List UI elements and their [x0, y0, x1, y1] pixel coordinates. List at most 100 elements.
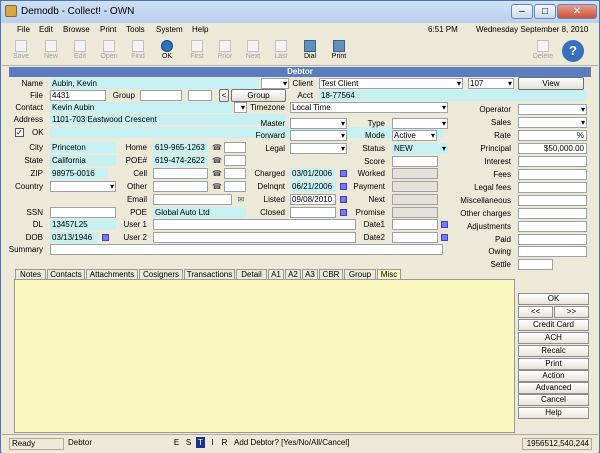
- cancel-button[interactable]: Cancel: [518, 394, 589, 406]
- other-charges-field[interactable]: [518, 208, 587, 219]
- charged-field[interactable]: 03/01/2006: [290, 168, 336, 179]
- dial-button[interactable]: Dial: [298, 39, 322, 64]
- rate-field[interactable]: %: [518, 130, 587, 141]
- edit-button[interactable]: Edit: [68, 39, 92, 64]
- help-icon[interactable]: ?: [562, 40, 584, 62]
- poe-field[interactable]: Global Auto Ltd: [153, 207, 246, 218]
- menu-print[interactable]: Print: [100, 25, 116, 34]
- type-dropdown[interactable]: [392, 118, 448, 129]
- client-dropdown[interactable]: Test Client: [319, 78, 463, 89]
- score-field[interactable]: [392, 156, 438, 167]
- group-prev-button[interactable]: <: [219, 89, 229, 102]
- prev-record-button[interactable]: <<: [518, 306, 553, 318]
- first-button[interactable]: First: [185, 39, 209, 64]
- status-dropdown[interactable]: NEW: [392, 143, 448, 154]
- save-button[interactable]: Save: [9, 39, 33, 64]
- view-button[interactable]: View: [518, 77, 584, 90]
- dob-calendar-icon[interactable]: [102, 234, 109, 241]
- interest-field[interactable]: [518, 156, 587, 167]
- other-phone-icon[interactable]: ☎: [212, 182, 222, 191]
- other-phone-field[interactable]: [153, 181, 208, 192]
- notes-textarea[interactable]: [14, 279, 515, 433]
- ach-button[interactable]: ACH: [518, 332, 589, 344]
- menu-help[interactable]: Help: [192, 25, 208, 34]
- closed-field[interactable]: [290, 207, 336, 218]
- legal-fees-field[interactable]: [518, 182, 587, 193]
- email-field[interactable]: [153, 194, 232, 205]
- menu-edit[interactable]: Edit: [39, 25, 53, 34]
- menu-tools[interactable]: Tools: [126, 25, 145, 34]
- close-button[interactable]: ✕: [557, 4, 597, 19]
- state-field[interactable]: California: [50, 155, 116, 166]
- mode-dropdown[interactable]: Active: [392, 130, 437, 141]
- miscellaneous-field[interactable]: [518, 195, 587, 206]
- group-code-field[interactable]: [188, 90, 212, 101]
- paid-field[interactable]: [518, 234, 587, 245]
- dob-field[interactable]: 03/13/1946: [50, 232, 98, 243]
- listed-label: Listed: [263, 195, 285, 204]
- menu-file[interactable]: File: [17, 25, 30, 34]
- listed-field[interactable]: 09/08/2010: [290, 194, 336, 205]
- open-button[interactable]: Open: [97, 39, 121, 64]
- action-button[interactable]: Action: [518, 370, 589, 382]
- owing-field[interactable]: [518, 246, 587, 257]
- name-field[interactable]: Aubin, Kevin: [50, 78, 259, 89]
- cell-phone-icon[interactable]: ☎: [212, 169, 222, 178]
- new-button[interactable]: New: [39, 39, 63, 64]
- credit-card-button[interactable]: Credit Card: [518, 319, 589, 331]
- user2-field[interactable]: [153, 232, 356, 243]
- settle-field[interactable]: [518, 259, 553, 270]
- recalc-button[interactable]: Recalc: [518, 345, 589, 357]
- adjustments-field[interactable]: [518, 221, 587, 232]
- city-field[interactable]: Princeton: [50, 142, 116, 153]
- help-button[interactable]: Help: [518, 407, 589, 419]
- acct-field[interactable]: 18-77564: [319, 90, 587, 101]
- delete-button[interactable]: Delete: [531, 39, 555, 64]
- forward-dropdown[interactable]: [290, 130, 347, 141]
- master-dropdown[interactable]: [290, 118, 347, 129]
- zip-field[interactable]: 98975-0016: [50, 168, 108, 179]
- minimize-button[interactable]: –: [511, 4, 533, 19]
- maximize-button[interactable]: □: [534, 4, 556, 19]
- menu-system[interactable]: System: [156, 25, 183, 34]
- client-number-dropdown[interactable]: 107: [468, 78, 514, 89]
- menu-browse[interactable]: Browse: [63, 25, 90, 34]
- delnqnt-field[interactable]: 06/21/2006: [290, 181, 336, 192]
- next-button[interactable]: Next: [241, 39, 265, 64]
- date2-field[interactable]: [392, 232, 438, 243]
- poe-phone-icon[interactable]: ☎: [212, 156, 222, 165]
- next-record-button[interactable]: >>: [554, 306, 589, 318]
- group-field[interactable]: [140, 90, 182, 101]
- poe-phone-field[interactable]: 619-474-2622: [153, 155, 208, 166]
- home-phone-field[interactable]: 619-965-1263: [153, 142, 208, 153]
- contact-field[interactable]: Kevin Aubin: [50, 102, 232, 113]
- find-button[interactable]: Find: [126, 39, 150, 64]
- ok-button[interactable]: OK: [155, 39, 179, 64]
- principal-field[interactable]: $50,000.00: [518, 143, 587, 154]
- legal-dropdown[interactable]: [290, 143, 347, 154]
- home-phone-icon[interactable]: ☎: [212, 143, 222, 152]
- fees-field[interactable]: [518, 169, 587, 180]
- print-side-button[interactable]: Print: [518, 358, 589, 370]
- title-bar[interactable]: Demodb - Collect! - OWN – □ ✕: [1, 1, 599, 23]
- ok-side-button[interactable]: OK: [518, 293, 589, 305]
- cell-phone-field[interactable]: [153, 168, 208, 179]
- timezone-dropdown[interactable]: Local Time: [290, 102, 448, 113]
- country-dropdown[interactable]: [50, 181, 116, 192]
- poe-ext-field[interactable]: [224, 155, 246, 166]
- dl-field[interactable]: 13457L25: [50, 219, 116, 230]
- user1-label: User 1: [123, 220, 147, 229]
- print-button[interactable]: Print: [327, 39, 351, 64]
- summary-field[interactable]: [50, 244, 443, 255]
- advanced-button[interactable]: Advanced: [518, 382, 589, 394]
- file-field[interactable]: 4431: [50, 90, 106, 101]
- ssn-field[interactable]: [50, 207, 116, 218]
- last-button[interactable]: Last: [269, 39, 293, 64]
- sales-dropdown[interactable]: [518, 117, 587, 128]
- operator-dropdown[interactable]: [518, 104, 587, 115]
- prior-button[interactable]: Prior: [213, 39, 237, 64]
- user1-field[interactable]: [153, 219, 356, 230]
- group-button[interactable]: Group: [231, 89, 286, 102]
- date1-field[interactable]: [392, 219, 438, 230]
- ok-checkbox[interactable]: ✓: [15, 128, 24, 137]
